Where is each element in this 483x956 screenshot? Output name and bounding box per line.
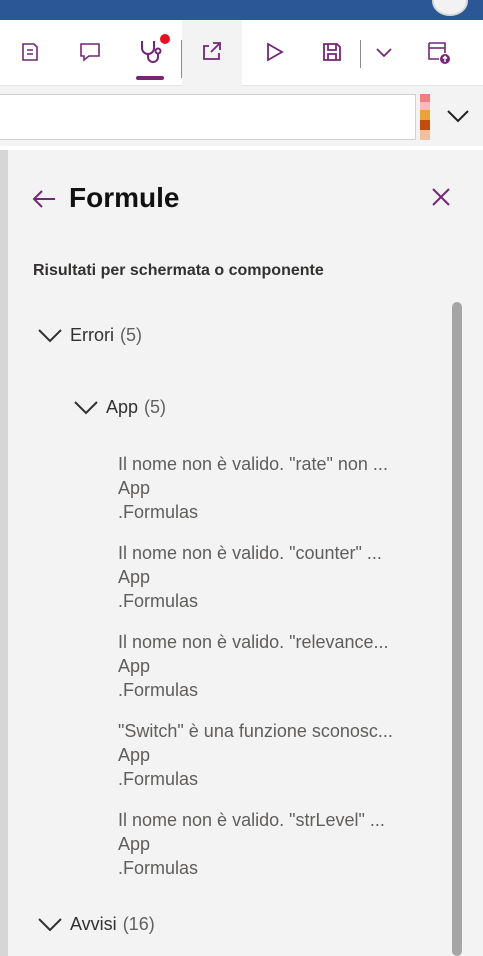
issue-message: "Switch" è una funzione sconosc...: [118, 721, 393, 741]
toolbar-divider: [360, 40, 361, 68]
issue-item[interactable]: Il nome non è valido. "rate" non ... App…: [118, 452, 418, 524]
formula-bar: [0, 86, 483, 146]
issue-property: .Formulas: [118, 858, 199, 878]
issue-item[interactable]: "Switch" è una funzione sconosc... App .…: [118, 719, 418, 791]
issue-message: Il nome non è valido. "counter" ...: [118, 543, 382, 563]
results-subtitle: Risultati per schermata o componente: [33, 262, 324, 279]
publish-icon[interactable]: [420, 34, 456, 70]
issue-item[interactable]: Il nome non è valido. "relevance... App …: [118, 630, 418, 702]
share-icon[interactable]: [194, 34, 230, 70]
errors-group-count: (5): [120, 325, 142, 345]
panel-title: Formule: [69, 182, 180, 213]
scrollbar[interactable]: [452, 302, 462, 956]
warnings-group-header[interactable]: Avvisi (16): [38, 914, 155, 935]
warnings-group-label: Avvisi: [70, 914, 117, 934]
chevron-down-icon: [38, 916, 64, 934]
top-banner: [0, 0, 483, 20]
save-icon[interactable]: [314, 34, 350, 70]
play-icon[interactable]: [256, 34, 292, 70]
app-group-count: (5): [144, 397, 167, 417]
chevron-down-icon: [74, 399, 100, 417]
comments-icon[interactable]: [72, 34, 108, 70]
chevron-down-icon[interactable]: [366, 34, 402, 70]
issue-location: App: [118, 745, 151, 765]
chevron-down-icon: [38, 327, 64, 345]
notes-icon[interactable]: [12, 34, 48, 70]
canvas-edge: [0, 150, 8, 956]
issue-item[interactable]: Il nome non è valido. "strLevel" ... App…: [118, 808, 418, 880]
issue-property: .Formulas: [118, 769, 199, 789]
errors-group-header[interactable]: Errori (5): [38, 325, 142, 346]
notification-dot: [160, 34, 170, 44]
issue-message: Il nome non è valido. "relevance...: [118, 632, 389, 652]
issue-location: App: [118, 567, 151, 587]
issue-property: .Formulas: [118, 502, 199, 522]
app-checker-panel: Formule Risultati per schermata o compon…: [8, 150, 483, 956]
expand-formula-chevron-icon[interactable]: [440, 98, 476, 134]
issue-message: Il nome non è valido. "strLevel" ...: [118, 810, 385, 830]
issue-location: App: [118, 656, 151, 676]
back-arrow-icon[interactable]: [30, 184, 58, 214]
command-toolbar: [0, 20, 483, 86]
issue-property: .Formulas: [118, 680, 199, 700]
issue-property: .Formulas: [118, 591, 199, 611]
warnings-group-count: (16): [122, 914, 155, 934]
issue-location: App: [118, 834, 151, 854]
active-tab-indicator: [136, 76, 164, 80]
app-group-header[interactable]: App (5): [74, 397, 166, 418]
formula-color-strip: [420, 94, 430, 140]
app-group-label: App: [106, 397, 139, 417]
issue-item[interactable]: Il nome non è valido. "counter" ... App …: [118, 541, 418, 613]
issue-message: Il nome non è valido. "rate" non ...: [118, 454, 388, 474]
close-icon[interactable]: [426, 182, 456, 212]
errors-group-label: Errori: [70, 325, 114, 345]
formula-input[interactable]: [0, 94, 416, 140]
avatar[interactable]: [432, 0, 468, 16]
toolbar-divider: [181, 40, 182, 78]
issue-location: App: [118, 478, 151, 498]
